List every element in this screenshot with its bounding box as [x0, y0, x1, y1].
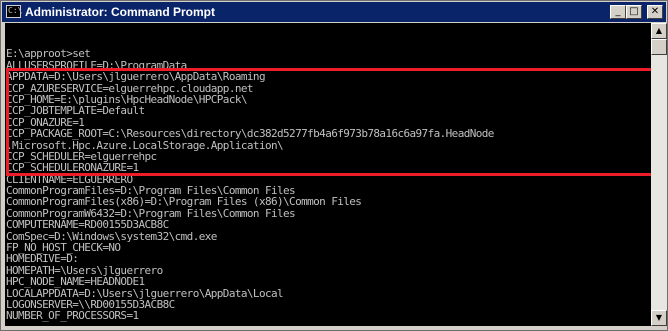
console-text: E:\approot>set ALLUSERSPROFILE=D:\Program…	[6, 37, 494, 322]
console-output[interactable]: E:\approot>set ALLUSERSPROFILE=D:\Program…	[5, 23, 651, 326]
console-line: NUMBER_OF_PROCESSORS=1	[6, 309, 139, 323]
scroll-down-icon[interactable]: ▼	[651, 310, 667, 326]
window-title: Administrator: Command Prompt	[25, 5, 216, 19]
minimize-button[interactable]: _	[610, 5, 626, 19]
console-line: CCP_SCHEDULERONAZURE=1	[6, 161, 139, 175]
scroll-up-icon[interactable]: ▲	[651, 23, 667, 39]
cmd-icon-glyph: C:\	[8, 6, 23, 15]
title-bar[interactable]: C:\ Administrator: Command Prompt _ □ ✕	[2, 2, 666, 22]
console-line: APPDATA=D:\Users\jlguerrero\AppData\Roam…	[6, 70, 266, 84]
scroll-thumb[interactable]	[651, 39, 667, 55]
console-line: COMPUTERNAME=RD00155D3ACB8C	[6, 218, 169, 232]
maximize-button[interactable]: □	[626, 5, 642, 19]
console-line: FP_NO_HOST_CHECK=NO	[6, 241, 121, 255]
vertical-scrollbar[interactable]: ▲ ▼	[651, 23, 667, 326]
command-prompt-window: C:\ Administrator: Command Prompt _ □ ✕ …	[0, 0, 668, 331]
cmd-icon[interactable]: C:\	[6, 5, 23, 18]
close-button[interactable]: ✕	[647, 5, 663, 19]
console-line: HPC_NODE_NAME=HEADNODE1	[6, 275, 145, 289]
console-line: CCP_PACKAGE_ROOT=C:\Resources\directory\…	[6, 127, 494, 141]
